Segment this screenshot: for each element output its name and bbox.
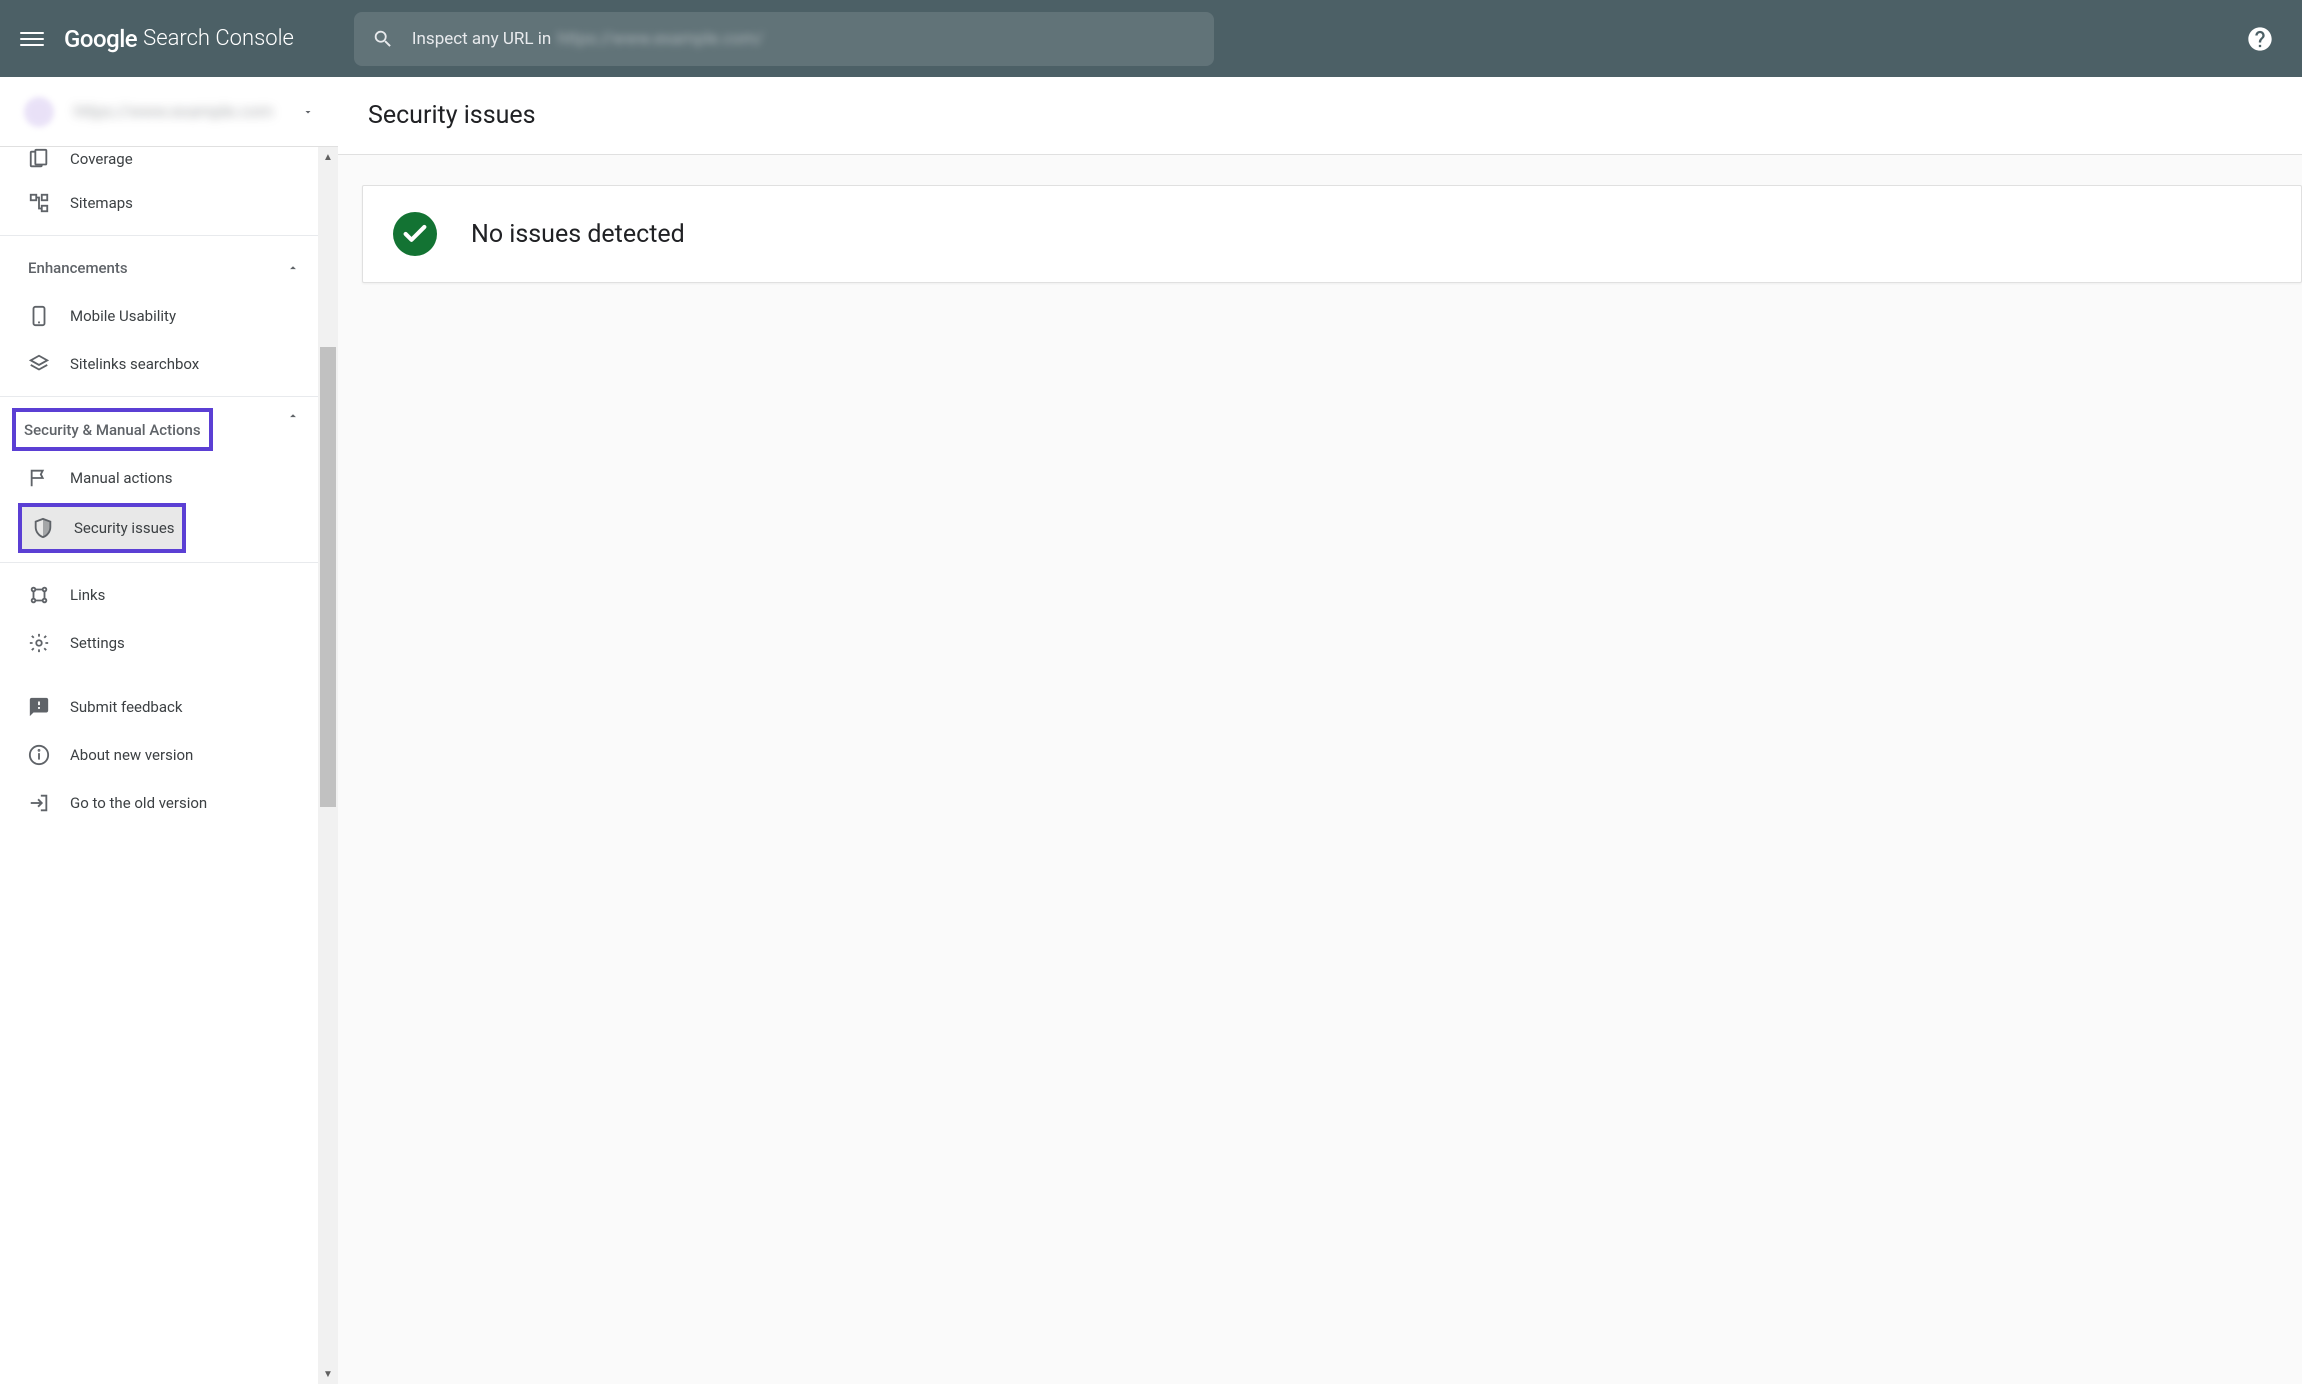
sidebar-item-old-version[interactable]: Go to the old version (0, 779, 318, 827)
search-placeholder: Inspect any URL in https://www.example.c… (412, 29, 763, 49)
status-card: No issues detected (362, 185, 2302, 283)
nav-label: About new version (70, 746, 193, 764)
sidebar-item-sitelinks-searchbox[interactable]: Sitelinks searchbox (0, 340, 318, 388)
nav-label: Manual actions (70, 469, 172, 487)
sidebar-item-about-new-version[interactable]: About new version (0, 731, 318, 779)
highlight-section-security: Security & Manual Actions (12, 408, 213, 451)
nav-label: Mobile Usability (70, 307, 176, 325)
divider (0, 235, 318, 236)
nav-label: Sitelinks searchbox (70, 355, 199, 373)
nav-label: Sitemaps (70, 194, 133, 212)
nav-label: Settings (70, 634, 125, 652)
nav-label: Go to the old version (70, 794, 207, 812)
sidebar-item-submit-feedback[interactable]: Submit feedback (0, 683, 318, 731)
highlight-item-security-issues: Security issues (18, 503, 186, 553)
feedback-icon (28, 696, 50, 718)
shield-icon (32, 517, 54, 539)
menu-icon[interactable] (20, 27, 44, 51)
info-icon (28, 744, 50, 766)
gear-icon (28, 632, 50, 654)
logo-brand: Google (64, 25, 137, 53)
sidebar-item-manual-actions[interactable]: Manual actions (0, 454, 318, 502)
check-icon (393, 212, 437, 256)
search-icon (372, 28, 394, 50)
scrollbar-up-arrow[interactable]: ▲ (318, 147, 338, 167)
main-content: Security issues No issues detected (338, 77, 2302, 1384)
property-avatar (24, 97, 54, 127)
sidebar-item-security-issues[interactable]: Security issues (22, 507, 182, 549)
mobile-icon (28, 305, 50, 327)
app-logo: Google Search Console (64, 25, 294, 53)
section-title: Enhancements (28, 259, 128, 277)
app-header: Google Search Console Inspect any URL in… (0, 0, 2302, 77)
sidebar: https://www.example.com ▲ ▼ Coverage (0, 77, 338, 1384)
status-message: No issues detected (471, 220, 685, 249)
nav-label: Submit feedback (70, 698, 182, 716)
sitemaps-icon (28, 192, 50, 214)
sidebar-item-sitemaps[interactable]: Sitemaps (0, 179, 318, 227)
sidebar-scrollbar[interactable]: ▲ ▼ (318, 147, 338, 1384)
links-icon (28, 584, 50, 606)
flag-icon (28, 467, 50, 489)
chevron-down-icon (302, 106, 314, 118)
section-title: Security & Manual Actions (24, 421, 201, 439)
sidebar-item-links[interactable]: Links (0, 571, 318, 619)
help-button[interactable] (2246, 25, 2274, 53)
sidebar-item-coverage[interactable]: Coverage (0, 147, 318, 179)
nav-label: Coverage (70, 150, 133, 168)
exit-icon (28, 792, 50, 814)
sidebar-item-mobile-usability[interactable]: Mobile Usability (0, 292, 318, 340)
nav-label: Security issues (74, 519, 175, 537)
property-selector[interactable]: https://www.example.com (0, 77, 338, 147)
property-name: https://www.example.com (74, 102, 302, 122)
chevron-up-icon (286, 261, 300, 275)
url-inspect-search[interactable]: Inspect any URL in https://www.example.c… (354, 12, 1214, 66)
section-header-enhancements[interactable]: Enhancements (0, 244, 338, 292)
coverage-icon (28, 148, 50, 170)
scrollbar-down-arrow[interactable]: ▼ (318, 1364, 338, 1384)
logo-product: Search Console (143, 26, 294, 51)
layers-icon (28, 353, 50, 375)
page-title: Security issues (338, 77, 2302, 155)
content-area: No issues detected (338, 155, 2302, 1384)
scrollbar-thumb[interactable] (320, 347, 336, 807)
divider (0, 562, 318, 563)
nav-label: Links (70, 586, 105, 604)
sidebar-item-settings[interactable]: Settings (0, 619, 318, 667)
divider (0, 396, 318, 397)
